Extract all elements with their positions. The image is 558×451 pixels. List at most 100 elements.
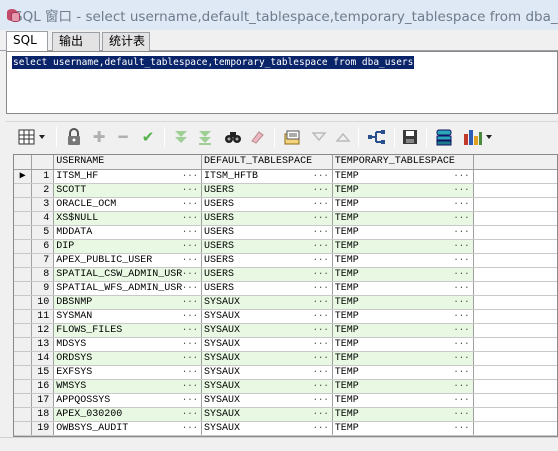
cell-editor-button[interactable]: ··· — [313, 394, 329, 407]
sql-editor[interactable]: select username,default_tablespace,tempo… — [6, 51, 558, 114]
delete-row-icon[interactable]: ━ — [112, 127, 134, 147]
row-indicator[interactable] — [14, 379, 33, 394]
cell-editor-button[interactable]: ··· — [453, 240, 469, 253]
export-icon[interactable] — [366, 127, 388, 147]
cell-default-tablespace[interactable]: SYSAUX ··· — [201, 323, 333, 338]
cell-default-tablespace[interactable]: USERS ··· — [201, 225, 333, 240]
cell-username[interactable]: XS$NULL ··· — [53, 211, 203, 226]
cell-username[interactable]: FLOWS_FILES ··· — [53, 323, 203, 338]
cell-editor-button[interactable]: ··· — [453, 366, 469, 379]
cell-editor-button[interactable]: ··· — [453, 408, 469, 421]
cell-temporary-tablespace[interactable]: TEMP ··· — [332, 323, 474, 338]
row-indicator[interactable] — [14, 295, 33, 310]
lock-icon[interactable] — [63, 127, 85, 147]
cell-editor-button[interactable]: ··· — [313, 366, 329, 379]
row-indicator[interactable] — [14, 351, 33, 366]
cell-username[interactable]: DIP ··· — [53, 239, 203, 254]
cell-editor-button[interactable]: ··· — [182, 394, 198, 407]
row-indicator[interactable] — [14, 267, 33, 282]
row-indicator[interactable] — [14, 393, 33, 408]
cell-username[interactable]: SPATIAL_CSW_ADMIN_USR ··· — [53, 267, 203, 282]
cell-temporary-tablespace[interactable]: TEMP ··· — [332, 281, 474, 296]
table-row[interactable]: 5 MDDATA ··· USERS ··· TEMP ··· — [14, 225, 557, 240]
cell-editor-button[interactable]: ··· — [313, 422, 329, 435]
cell-temporary-tablespace[interactable]: TEMP ··· — [332, 365, 474, 380]
row-indicator[interactable] — [14, 225, 33, 240]
table-row[interactable]: 13 MDSYS ··· SYSAUX ··· TEMP ··· — [14, 337, 557, 352]
cell-username[interactable]: APPQOSSYS ··· — [53, 393, 203, 408]
cell-editor-button[interactable]: ··· — [313, 324, 329, 337]
cell-editor-button[interactable]: ··· — [453, 282, 469, 295]
table-row[interactable]: 19 OWBSYS_AUDIT ··· SYSAUX ··· TEMP ··· — [14, 421, 557, 436]
cell-default-tablespace[interactable]: SYSAUX ··· — [201, 351, 333, 366]
cell-editor-button[interactable]: ··· — [313, 310, 329, 323]
cell-temporary-tablespace[interactable]: TEMP ··· — [332, 239, 474, 254]
tab-output[interactable]: 输出 — [52, 32, 100, 51]
cell-editor-button[interactable]: ··· — [182, 184, 198, 197]
cell-username[interactable]: SCOTT ··· — [53, 183, 203, 198]
cell-editor-button[interactable]: ··· — [182, 324, 198, 337]
cell-temporary-tablespace[interactable]: TEMP ··· — [332, 197, 474, 212]
filter-down-icon[interactable] — [170, 127, 192, 147]
cell-editor-button[interactable]: ··· — [453, 254, 469, 267]
cell-temporary-tablespace[interactable]: TEMP ··· — [332, 183, 474, 198]
cell-temporary-tablespace[interactable]: TEMP ··· — [332, 379, 474, 394]
cell-username[interactable]: MDSYS ··· — [53, 337, 203, 352]
cell-editor-button[interactable]: ··· — [453, 324, 469, 337]
table-row[interactable]: 7 APEX_PUBLIC_USER ··· USERS ··· TEMP ··· — [14, 253, 557, 268]
cell-editor-button[interactable]: ··· — [313, 184, 329, 197]
table-row[interactable]: 16 WMSYS ··· SYSAUX ··· TEMP ··· — [14, 379, 557, 394]
cell-editor-button[interactable]: ··· — [453, 296, 469, 309]
row-indicator[interactable]: ▶ — [14, 169, 33, 184]
cell-temporary-tablespace[interactable]: TEMP ··· — [332, 351, 474, 366]
cell-editor-button[interactable]: ··· — [182, 310, 198, 323]
cell-editor-button[interactable]: ··· — [182, 226, 198, 239]
cell-username[interactable]: APEX_030200 ··· — [53, 407, 203, 422]
import-icon[interactable] — [433, 127, 455, 147]
row-indicator[interactable] — [14, 421, 33, 436]
table-row[interactable]: 2 SCOTT ··· USERS ··· TEMP ··· — [14, 183, 557, 198]
table-row[interactable]: 4 XS$NULL ··· USERS ··· TEMP ··· — [14, 211, 557, 226]
cell-temporary-tablespace[interactable]: TEMP ··· — [332, 393, 474, 408]
cell-default-tablespace[interactable]: ITSM_HFTB ··· — [201, 169, 333, 184]
cell-temporary-tablespace[interactable]: TEMP ··· — [332, 253, 474, 268]
last-page-icon[interactable] — [332, 127, 354, 147]
cell-username[interactable]: ORDSYS ··· — [53, 351, 203, 366]
cell-username[interactable]: SYSMAN ··· — [53, 309, 203, 324]
cell-temporary-tablespace[interactable]: TEMP ··· — [332, 421, 474, 436]
cell-username[interactable]: DBSNMP ··· — [53, 295, 203, 310]
cell-default-tablespace[interactable]: SYSAUX ··· — [201, 295, 333, 310]
cell-editor-button[interactable]: ··· — [313, 380, 329, 393]
cell-editor-button[interactable]: ··· — [313, 212, 329, 225]
row-indicator[interactable] — [14, 281, 33, 296]
cell-editor-button[interactable]: ··· — [453, 338, 469, 351]
row-indicator[interactable] — [14, 365, 33, 380]
grid-layout-icon[interactable] — [16, 127, 50, 147]
cell-default-tablespace[interactable]: SYSAUX ··· — [201, 337, 333, 352]
table-row[interactable]: 17 APPQOSSYS ··· SYSAUX ··· TEMP ··· — [14, 393, 557, 408]
next-page-icon[interactable] — [308, 127, 330, 147]
chart-icon[interactable] — [461, 127, 497, 147]
table-row[interactable]: 8 SPATIAL_CSW_ADMIN_USR ··· USERS ··· TEMP ··· — [14, 267, 557, 282]
cell-editor-button[interactable]: ··· — [182, 366, 198, 379]
cell-temporary-tablespace[interactable]: TEMP ··· — [332, 267, 474, 282]
cell-editor-button[interactable]: ··· — [182, 240, 198, 253]
cell-default-tablespace[interactable]: USERS ··· — [201, 281, 333, 296]
row-indicator[interactable] — [14, 309, 33, 324]
cell-username[interactable]: SPATIAL_WFS_ADMIN_USR ··· — [53, 281, 203, 296]
cell-temporary-tablespace[interactable]: TEMP ··· — [332, 169, 474, 184]
table-row[interactable]: 14 ORDSYS ··· SYSAUX ··· TEMP ··· — [14, 351, 557, 366]
cell-temporary-tablespace[interactable]: TEMP ··· — [332, 225, 474, 240]
cell-editor-button[interactable]: ··· — [182, 282, 198, 295]
add-row-icon[interactable]: ✚ — [88, 127, 110, 147]
cell-default-tablespace[interactable]: SYSAUX ··· — [201, 379, 333, 394]
table-row[interactable]: 18 APEX_030200 ··· SYSAUX ··· TEMP ··· — [14, 407, 557, 422]
cell-editor-button[interactable]: ··· — [313, 254, 329, 267]
cell-default-tablespace[interactable]: USERS ··· — [201, 211, 333, 226]
cell-editor-button[interactable]: ··· — [182, 338, 198, 351]
table-row[interactable]: 15 EXFSYS ··· SYSAUX ··· TEMP ··· — [14, 365, 557, 380]
cell-username[interactable]: OWBSYS_AUDIT ··· — [53, 421, 203, 436]
table-row[interactable]: 11 SYSMAN ··· SYSAUX ··· TEMP ··· — [14, 309, 557, 324]
cell-editor-button[interactable]: ··· — [182, 380, 198, 393]
row-indicator[interactable] — [14, 337, 33, 352]
